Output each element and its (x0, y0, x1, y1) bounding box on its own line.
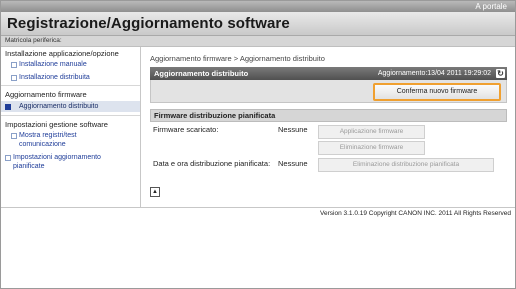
confirm-new-firmware-button[interactable]: Conferma nuovo firmware (373, 83, 501, 101)
empty-area (1, 221, 515, 288)
portal-link[interactable]: A portale (475, 1, 507, 12)
section-title: Firmware distribuzione pianificata (154, 111, 276, 120)
footer-divider (1, 207, 515, 208)
scheduled-firmware-header: Firmware distribuzione pianificata (150, 109, 507, 122)
square-bullet-icon (11, 133, 17, 139)
sidebar-item-label: Mostra registri/test comunicazione (19, 132, 77, 148)
sidebar-section-firmware: Aggiornamento firmware (5, 90, 87, 99)
sidebar-item-distributed-update[interactable]: Aggiornamento distribuito (1, 101, 140, 112)
sidebar-section-install: Installazione applicazione/opzione (5, 49, 119, 58)
square-bullet-icon (11, 62, 17, 68)
sidebar-item-scheduled-settings[interactable]: Impostazioni aggiornamento pianificate (1, 153, 121, 171)
title-bar: Registrazione/Aggiornamento software (1, 12, 515, 36)
sidebar-item-label: Impostazioni aggiornamento pianificate (13, 154, 101, 170)
downloaded-firmware-value: Nessune (278, 125, 308, 134)
sidebar-item-logs[interactable]: Mostra registri/test comunicazione (1, 131, 119, 149)
downloaded-firmware-label: Firmware scaricato: (153, 125, 219, 134)
apply-firmware-button[interactable]: Applicazione firmware (318, 125, 425, 139)
collapse-icon[interactable]: ▲ (150, 187, 160, 197)
sidebar-item-label: Installazione manuale (19, 61, 87, 68)
divider (1, 85, 140, 86)
top-bar: A portale (1, 1, 515, 12)
breadcrumb: Aggiornamento firmware > Aggiornamento d… (150, 54, 325, 63)
sidebar-item-distributed-install[interactable]: Installazione distribuita (1, 73, 140, 82)
update-timestamp: Aggiornamento:13/04 2011 19:29:02 (377, 70, 491, 77)
sidebar-section-management: Impostazioni gestione software (5, 120, 108, 129)
scheduled-datetime-value: Nessune (278, 159, 308, 168)
sidebar-item-label: Aggiornamento distribuito (19, 103, 99, 110)
refresh-icon[interactable]: ↻ (496, 69, 505, 78)
square-bullet-icon (11, 75, 17, 81)
page-title: Registrazione/Aggiornamento software (7, 15, 290, 32)
copyright-text: Version 3.1.0.19 Copyright CANON INC. 20… (320, 210, 511, 217)
scheduled-datetime-label: Data e ora distribuzione pianificata: (153, 159, 271, 168)
sidebar-item-label: Installazione distribuita (19, 74, 90, 81)
sidebar: Installazione applicazione/opzione Insta… (1, 47, 141, 207)
panel-body: Conferma nuovo firmware (150, 80, 507, 103)
main-content: Aggiornamento firmware > Aggiornamento d… (141, 47, 515, 207)
sidebar-item-manual-install[interactable]: Installazione manuale (1, 60, 140, 69)
browser-frame: A portale Registrazione/Aggiornamento so… (0, 0, 516, 289)
device-serial-label: Matricola periferica: (5, 37, 62, 44)
square-bullet-icon (5, 104, 11, 110)
delete-firmware-button[interactable]: Eliminazione firmware (318, 141, 425, 155)
delete-scheduled-distribution-button[interactable]: Eliminazione distribuzione pianificata (318, 158, 494, 172)
device-bar: Matricola periferica: (1, 36, 515, 47)
panel-header: Aggiornamento distribuito Aggiornamento:… (150, 67, 507, 80)
square-bullet-icon (5, 155, 11, 161)
panel-title: Aggiornamento distribuito (154, 69, 249, 78)
divider (1, 115, 140, 116)
